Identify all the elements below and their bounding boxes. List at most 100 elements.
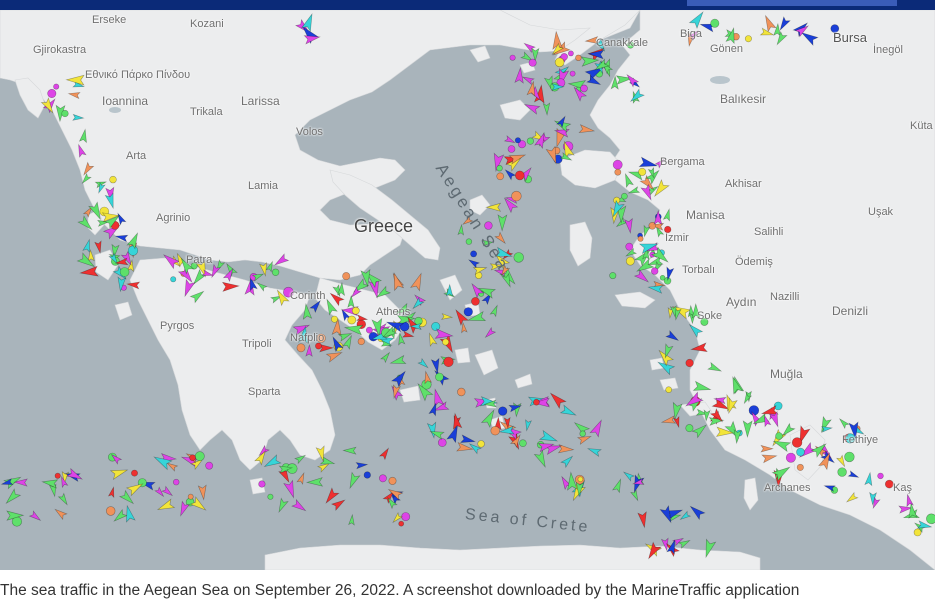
moving-vessel-marker[interactable] xyxy=(28,510,43,523)
moving-vessel-marker[interactable] xyxy=(123,504,136,523)
moving-vessel-marker[interactable] xyxy=(276,497,289,514)
moving-vessel-marker[interactable] xyxy=(578,124,596,135)
anchored-vessel-marker[interactable] xyxy=(330,315,338,323)
anchored-vessel-marker[interactable] xyxy=(388,476,397,485)
moving-vessel-marker[interactable] xyxy=(660,415,677,426)
moving-vessel-marker[interactable] xyxy=(57,492,70,506)
anchored-vessel-marker[interactable] xyxy=(577,476,584,483)
anchored-vessel-marker[interactable] xyxy=(463,307,473,317)
anchored-vessel-marker[interactable] xyxy=(913,528,922,537)
moving-vessel-marker[interactable] xyxy=(560,454,575,469)
moving-vessel-marker[interactable] xyxy=(417,357,430,370)
moving-vessel-marker[interactable] xyxy=(612,478,624,494)
anchored-vessel-marker[interactable] xyxy=(533,398,540,406)
anchored-vessel-marker[interactable] xyxy=(579,430,586,437)
anchored-vessel-marker[interactable] xyxy=(507,145,516,153)
anchored-vessel-marker[interactable] xyxy=(685,358,694,368)
anchored-vessel-marker[interactable] xyxy=(205,461,214,470)
anchored-vessel-marker[interactable] xyxy=(685,424,694,433)
anchored-vessel-marker[interactable] xyxy=(47,89,57,99)
anchored-vessel-marker[interactable] xyxy=(650,267,659,275)
anchored-vessel-marker[interactable] xyxy=(625,256,635,266)
anchored-vessel-marker[interactable] xyxy=(528,58,537,67)
anchored-vessel-marker[interactable] xyxy=(465,238,473,245)
moving-vessel-marker[interactable] xyxy=(94,240,104,255)
moving-vessel-marker[interactable] xyxy=(152,453,173,471)
anchored-vessel-marker[interactable] xyxy=(442,338,450,346)
moving-vessel-marker[interactable] xyxy=(459,434,476,445)
anchored-vessel-marker[interactable] xyxy=(519,439,527,448)
moving-vessel-marker[interactable] xyxy=(503,135,516,145)
anchored-vessel-marker[interactable] xyxy=(526,137,535,145)
moving-vessel-marker[interactable] xyxy=(3,488,22,506)
moving-vessel-marker[interactable] xyxy=(503,168,517,181)
anchored-vessel-marker[interactable] xyxy=(837,467,847,477)
moving-vessel-marker[interactable] xyxy=(380,351,392,364)
anchored-vessel-marker[interactable] xyxy=(109,175,117,184)
moving-vessel-marker[interactable] xyxy=(79,265,99,278)
anchored-vessel-marker[interactable] xyxy=(659,274,666,281)
moving-vessel-marker[interactable] xyxy=(401,330,415,339)
anchored-vessel-marker[interactable] xyxy=(496,172,505,181)
anchored-vessel-marker[interactable] xyxy=(431,321,441,331)
moving-vessel-marker[interactable] xyxy=(457,223,464,236)
anchored-vessel-marker[interactable] xyxy=(775,432,783,440)
anchored-vessel-marker[interactable] xyxy=(119,267,130,277)
moving-vessel-marker[interactable] xyxy=(41,478,59,489)
moving-vessel-marker[interactable] xyxy=(489,304,500,318)
anchored-vessel-marker[interactable] xyxy=(365,326,373,334)
anchored-vessel-marker[interactable] xyxy=(170,276,177,283)
anchored-vessel-marker[interactable] xyxy=(127,245,139,256)
anchored-vessel-marker[interactable] xyxy=(187,493,194,500)
anchored-vessel-marker[interactable] xyxy=(612,159,623,170)
anchored-vessel-marker[interactable] xyxy=(53,83,60,90)
anchored-vessel-marker[interactable] xyxy=(54,472,61,479)
moving-vessel-marker[interactable] xyxy=(156,498,176,514)
moving-vessel-marker[interactable] xyxy=(109,466,129,480)
moving-vessel-marker[interactable] xyxy=(355,461,369,470)
moving-vessel-marker[interactable] xyxy=(296,471,307,485)
anchored-vessel-marker[interactable] xyxy=(435,372,444,382)
moving-vessel-marker[interactable] xyxy=(547,390,567,410)
moving-vessel-marker[interactable] xyxy=(533,449,549,469)
moving-vessel-marker[interactable] xyxy=(305,477,324,487)
anchored-vessel-marker[interactable] xyxy=(791,437,803,448)
anchored-vessel-marker[interactable] xyxy=(514,137,521,144)
anchored-vessel-marker[interactable] xyxy=(357,337,365,346)
anchored-vessel-marker[interactable] xyxy=(785,452,796,463)
anchored-vessel-marker[interactable] xyxy=(744,35,752,43)
anchored-vessel-marker[interactable] xyxy=(569,70,576,77)
moving-vessel-marker[interactable] xyxy=(305,343,313,357)
moving-vessel-marker[interactable] xyxy=(630,489,640,502)
anchored-vessel-marker[interactable] xyxy=(61,109,69,118)
anchored-vessel-marker[interactable] xyxy=(443,356,454,368)
anchored-vessel-marker[interactable] xyxy=(271,268,280,276)
moving-vessel-marker[interactable] xyxy=(410,272,426,292)
moving-vessel-marker[interactable] xyxy=(346,471,361,490)
moving-vessel-marker[interactable] xyxy=(330,497,347,512)
moving-vessel-marker[interactable] xyxy=(197,484,207,501)
anchored-vessel-marker[interactable] xyxy=(378,474,387,483)
anchored-vessel-marker[interactable] xyxy=(710,18,720,28)
anchored-vessel-marker[interactable] xyxy=(105,506,116,516)
moving-vessel-marker[interactable] xyxy=(679,510,692,521)
moving-vessel-marker[interactable] xyxy=(691,422,708,439)
anchored-vessel-marker[interactable] xyxy=(580,84,588,93)
anchored-vessel-marker[interactable] xyxy=(457,387,466,397)
anchored-vessel-marker[interactable] xyxy=(194,451,205,462)
anchored-vessel-marker[interactable] xyxy=(575,54,582,61)
moving-vessel-marker[interactable] xyxy=(441,313,454,321)
anchored-vessel-marker[interactable] xyxy=(471,297,480,306)
anchored-vessel-marker[interactable] xyxy=(490,426,500,436)
moving-vessel-marker[interactable] xyxy=(342,446,357,455)
anchored-vessel-marker[interactable] xyxy=(609,272,617,280)
moving-vessel-marker[interactable] xyxy=(161,485,174,497)
moving-vessel-marker[interactable] xyxy=(688,503,706,521)
anchored-vessel-marker[interactable] xyxy=(398,520,405,527)
anchored-vessel-marker[interactable] xyxy=(513,252,524,263)
anchored-vessel-marker[interactable] xyxy=(189,454,196,462)
anchored-vessel-marker[interactable] xyxy=(131,469,138,477)
moving-vessel-marker[interactable] xyxy=(430,357,441,374)
vessel-map[interactable]: Erseke Kozani Gjirokastra Εθνικό Πάρκο Π… xyxy=(0,10,935,570)
moving-vessel-marker[interactable] xyxy=(624,217,635,234)
